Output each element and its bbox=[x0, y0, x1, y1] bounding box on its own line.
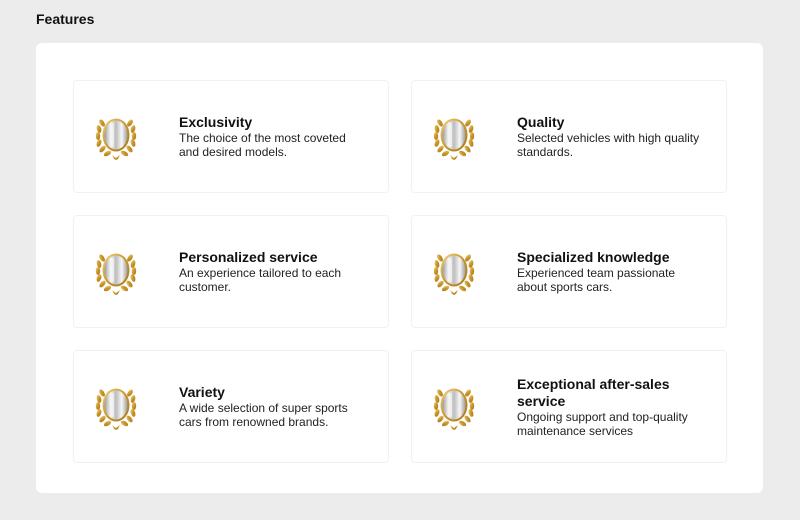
feature-description: Selected vehicles with high quality stan… bbox=[517, 131, 700, 159]
feature-title: Personalized service bbox=[179, 249, 318, 265]
feature-title: Exceptional after-sales service bbox=[517, 375, 670, 409]
feature-card-variety: Variety A wide selection of super sports… bbox=[73, 350, 389, 463]
feature-text: Variety A wide selection of super sports… bbox=[179, 384, 369, 429]
feature-description: An experience tailored to each customer. bbox=[179, 266, 342, 294]
feature-card-quality: Quality Selected vehicles with high qual… bbox=[411, 80, 727, 193]
feature-title: Variety bbox=[179, 384, 225, 400]
feature-description: The choice of the most coveted and desir… bbox=[179, 131, 346, 159]
feature-title: Specialized knowledge bbox=[517, 249, 670, 265]
laurel-medal-icon bbox=[432, 113, 476, 161]
feature-title: Quality bbox=[517, 114, 565, 130]
feature-card-specialized-knowledge: Specialized knowledge Experienced team p… bbox=[411, 215, 727, 328]
feature-text: Specialized knowledge Experienced team p… bbox=[517, 249, 707, 294]
feature-card-personalized-service: Personalized service An experience tailo… bbox=[73, 215, 389, 328]
laurel-medal-icon bbox=[94, 113, 138, 161]
feature-description: A wide selection of super sports cars fr… bbox=[179, 401, 348, 429]
feature-description: Ongoing support and top-quality maintena… bbox=[517, 409, 688, 438]
features-panel: Exclusivity The choice of the most covet… bbox=[36, 43, 763, 493]
feature-text: Personalized service An experience tailo… bbox=[179, 249, 369, 294]
laurel-medal-icon bbox=[432, 383, 476, 431]
laurel-medal-icon bbox=[94, 248, 138, 296]
section-title: Features bbox=[36, 11, 95, 27]
feature-text: Quality Selected vehicles with high qual… bbox=[517, 114, 707, 159]
feature-title: Exclusivity bbox=[179, 114, 253, 130]
feature-description: Experienced team passionate about sports… bbox=[517, 266, 676, 294]
laurel-medal-icon bbox=[432, 248, 476, 296]
feature-text: Exceptional after-sales service Ongoing … bbox=[517, 376, 707, 438]
feature-card-exclusivity: Exclusivity The choice of the most covet… bbox=[73, 80, 389, 193]
laurel-medal-icon bbox=[94, 383, 138, 431]
features-grid: Exclusivity The choice of the most covet… bbox=[73, 80, 727, 463]
feature-text: Exclusivity The choice of the most covet… bbox=[179, 114, 369, 159]
feature-card-after-sales-service: Exceptional after-sales service Ongoing … bbox=[411, 350, 727, 463]
